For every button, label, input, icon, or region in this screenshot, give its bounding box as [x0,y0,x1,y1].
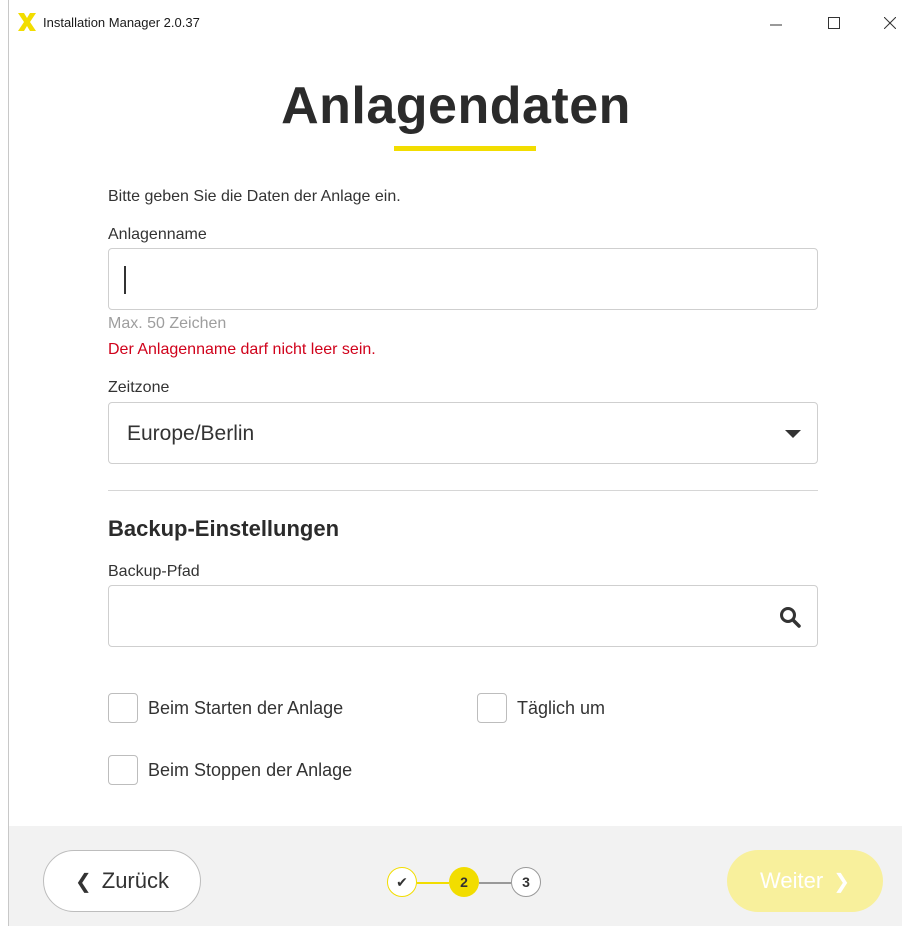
next-button[interactable]: Weiter ❯ [727,850,883,912]
minimize-icon [770,24,782,26]
backup-on-stop-checkbox[interactable] [108,755,138,785]
search-icon[interactable] [779,606,801,628]
back-button-label: Zurück [101,868,169,893]
backup-on-stop-option[interactable]: Beim Stoppen der Anlage [108,755,352,785]
name-error-message: Der Anlagenname darf nicht leer sein. [108,341,376,358]
maximize-button[interactable] [811,6,857,40]
backup-path-input[interactable] [108,585,818,647]
chevron-right-icon: ❯ [833,870,850,893]
backup-on-start-label: Beim Starten der Anlage [148,697,344,718]
backup-daily-label: Täglich um [517,697,606,718]
step-1-done: ✔ [387,867,417,897]
timezone-value: Europe/Berlin [127,422,255,445]
step-connector [417,882,449,884]
text-cursor [124,266,126,294]
intro-text: Bitte geben Sie die Daten der Anlage ein… [108,188,401,205]
wizard-footer: ❮ Zurück ✔ 2 3 Weiter ❯ [9,826,902,926]
backup-daily-option[interactable]: Täglich um [477,693,605,723]
timezone-label: Zeitzone [108,379,170,396]
backup-section-title: Backup-Einstellungen [108,516,340,541]
backup-on-stop-label: Beim Stoppen der Anlage [148,759,353,780]
step-2-current: 2 [449,867,479,897]
back-button[interactable]: ❮ Zurück [43,850,201,912]
name-input[interactable] [108,248,818,310]
name-hint: Max. 50 Zeichen [108,315,227,332]
installer-window: Installation Manager 2.0.37 Anlagendaten… [8,0,902,926]
page-title: Anlagendaten [281,77,631,135]
step-connector [479,882,511,884]
minimize-button[interactable] [753,6,799,40]
close-button[interactable] [867,6,902,40]
section-divider [108,490,818,491]
maximize-icon [828,17,840,29]
app-logo-icon [18,13,36,31]
next-button-label: Weiter [760,868,824,893]
dropdown-arrow-icon [785,430,801,438]
chevron-left-icon: ❮ [74,870,92,893]
title-bar: Installation Manager 2.0.37 [9,0,902,44]
backup-on-start-checkbox[interactable] [108,693,138,723]
wizard-stepper: ✔ 2 3 [387,867,543,899]
name-label: Anlagenname [108,226,207,243]
backup-on-start-option[interactable]: Beim Starten der Anlage [108,693,343,723]
title-underline [394,146,536,151]
close-icon [884,17,896,29]
window-title: Installation Manager 2.0.37 [43,15,200,30]
timezone-select[interactable]: Europe/Berlin [108,402,818,464]
step-3-pending: 3 [511,867,541,897]
backup-daily-checkbox[interactable] [477,693,507,723]
backup-path-label: Backup-Pfad [108,563,200,580]
